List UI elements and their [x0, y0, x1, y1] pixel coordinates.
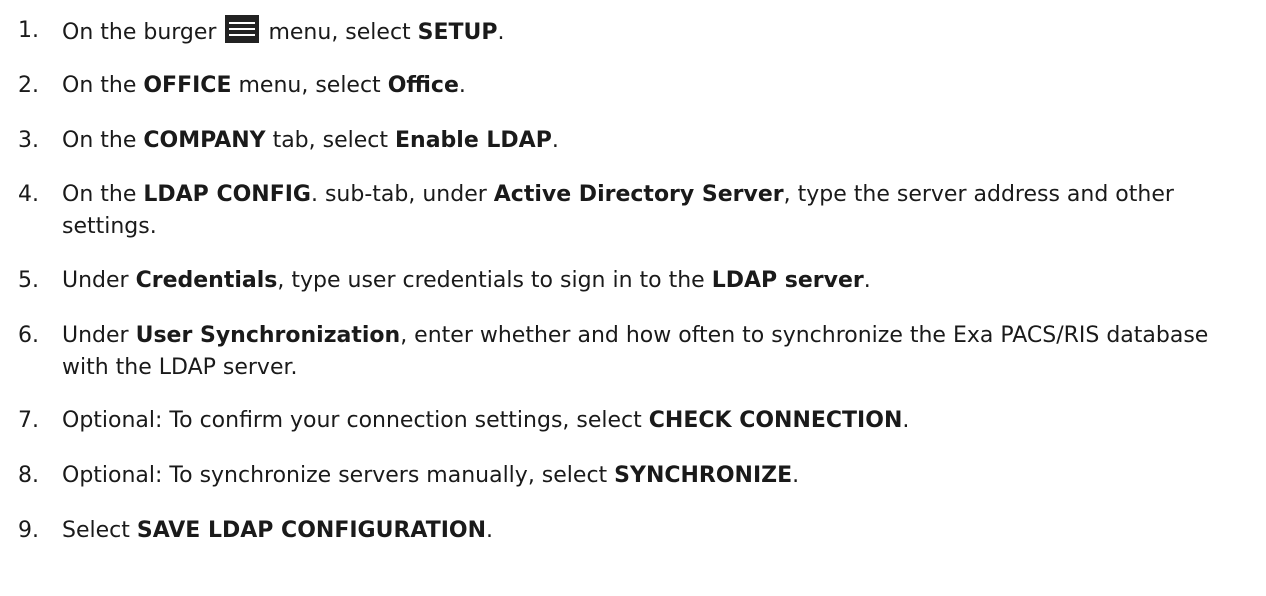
step-text-run: . [458, 73, 466, 98]
step-number: 7. [18, 408, 39, 433]
ui-term: SAVE LDAP CONFIGURATION [136, 518, 487, 543]
step-8: 8. Optional: To synchronize servers manu… [18, 460, 1243, 492]
step-number: 4. [18, 182, 39, 207]
step-text-run: On the burger [62, 20, 224, 45]
step-text: Optional: To confirm your connection set… [62, 405, 1243, 437]
step-text: On the burger menu, select SETUP. [62, 15, 1243, 53]
ui-term: User Synchronization [135, 323, 401, 348]
step-text: Under Credentials, type user credentials… [62, 265, 1243, 297]
step-number: 5. [18, 268, 39, 293]
step-text-run: , type user credentials to sign in to th… [277, 268, 712, 293]
step-number: 9. [18, 518, 39, 543]
step-text-run: tab, select [265, 128, 395, 153]
step-number: 1. [18, 18, 39, 43]
step-text-run: On the [62, 182, 144, 207]
step-6: 6. Under User Synchronization, enter whe… [18, 320, 1243, 384]
ui-term: Credentials [135, 268, 278, 293]
step-text: Optional: To synchronize servers manuall… [62, 460, 1243, 492]
step-number: 6. [18, 323, 39, 348]
ui-term: Enable LDAP [395, 128, 552, 153]
burger-menu-icon [225, 15, 260, 53]
step-text-run: . [863, 268, 871, 293]
step-text: Under User Synchronization, enter whethe… [62, 320, 1243, 384]
step-text-run: . [497, 20, 505, 45]
step-number: 2. [18, 73, 39, 98]
ui-term: OFFICE [143, 73, 232, 98]
step-text-run: . [902, 408, 910, 433]
step-1: 1. On the burger menu, select SETUP. [18, 15, 1243, 53]
step-text: On the COMPANY tab, select Enable LDAP. [62, 125, 1243, 157]
step-text-run: menu, select [231, 73, 388, 98]
step-4: 4. On the LDAP CONFIG. sub-tab, under Ac… [18, 179, 1243, 243]
step-text-run: On the [62, 73, 144, 98]
step-text: On the LDAP CONFIG. sub-tab, under Activ… [62, 179, 1243, 243]
step-text-run: . [551, 128, 559, 153]
step-text-run: Optional: To confirm your connection set… [62, 408, 649, 433]
step-text-run: Under [62, 268, 136, 293]
step-text-run: Select [62, 518, 137, 543]
ui-term: SETUP [417, 20, 498, 45]
step-text-run: . [792, 463, 800, 488]
ui-term: COMPANY [143, 128, 266, 153]
step-text-run: Under [62, 323, 136, 348]
step-text: On the OFFICE menu, select Office. [62, 70, 1243, 102]
ui-term: LDAP server [711, 268, 864, 293]
step-text-run: . sub-tab, under [310, 182, 494, 207]
ui-term: Office [387, 73, 459, 98]
step-2: 2. On the OFFICE menu, select Office. [18, 70, 1243, 102]
step-text-run: menu, select [261, 20, 418, 45]
step-number: 8. [18, 463, 39, 488]
step-text: Select SAVE LDAP CONFIGURATION. [62, 515, 1243, 547]
ui-term: SYNCHRONIZE [614, 463, 793, 488]
step-number: 3. [18, 128, 39, 153]
ui-term: Active Directory Server [493, 182, 784, 207]
ui-term: CHECK CONNECTION [648, 408, 903, 433]
step-text-run: Optional: To synchronize servers manuall… [62, 463, 615, 488]
step-9: 9. Select SAVE LDAP CONFIGURATION. [18, 515, 1243, 547]
step-text-run: . [486, 518, 494, 543]
step-7: 7. Optional: To confirm your connection … [18, 405, 1243, 437]
step-3: 3. On the COMPANY tab, select Enable LDA… [18, 125, 1243, 157]
ui-term: LDAP CONFIG [143, 182, 311, 207]
step-text-run: On the [62, 128, 144, 153]
step-5: 5. Under Credentials, type user credenti… [18, 265, 1243, 297]
